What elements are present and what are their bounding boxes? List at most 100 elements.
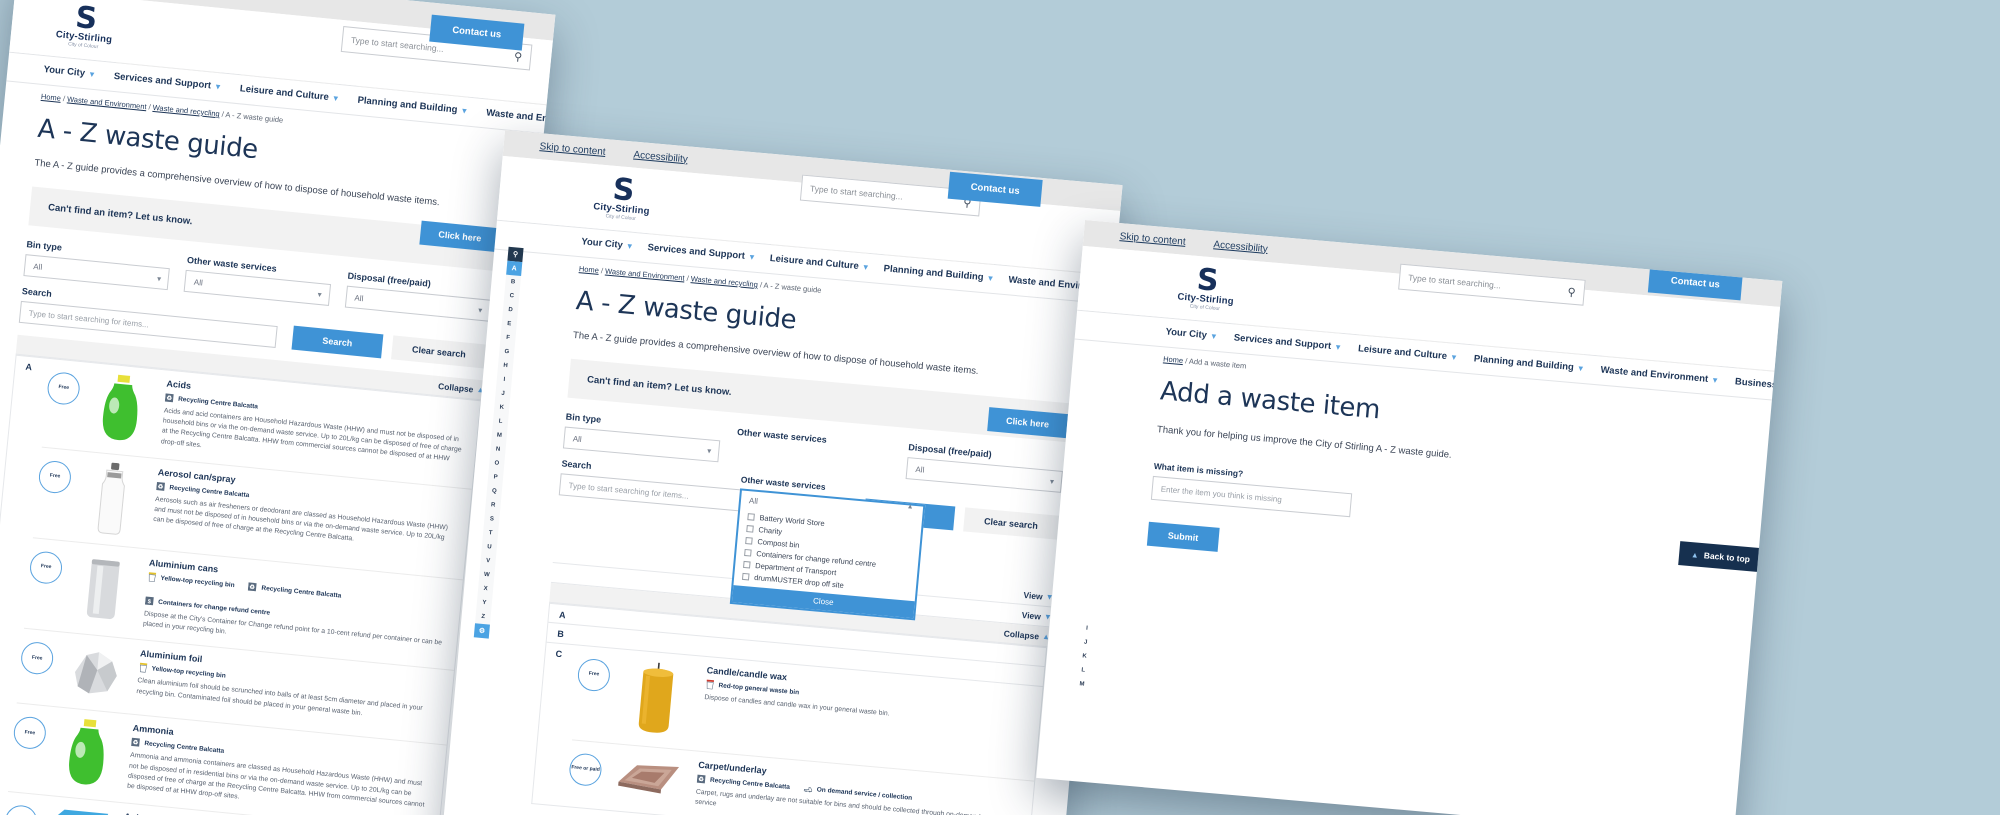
breadcrumb-current: A - Z waste guide xyxy=(225,110,284,125)
logo-mark-icon: S xyxy=(1195,262,1219,299)
label-other-waste-services: Other waste services xyxy=(736,426,828,445)
rail-letter-v[interactable]: V xyxy=(480,554,496,569)
rail-letter-o[interactable]: O xyxy=(489,456,505,471)
price-badge: Free xyxy=(576,657,612,693)
search-items-placeholder: Type to start searching for items... xyxy=(568,480,690,501)
breadcrumb-waste-and-environment[interactable]: Waste and Environment xyxy=(67,94,147,111)
field-bin-type: Bin type All ▾ xyxy=(562,412,722,463)
checkbox[interactable] xyxy=(746,524,754,533)
site-logo[interactable]: S City-Stirling City of Colour xyxy=(584,172,662,224)
tag-label: Recycling Centre Balcatta xyxy=(169,483,250,499)
rail-letter-t[interactable]: T xyxy=(482,526,498,541)
rail-letter-p[interactable]: P xyxy=(487,470,503,485)
accessibility-link[interactable]: Accessibility xyxy=(633,149,688,165)
rail-letter-r[interactable]: R xyxy=(485,498,501,513)
nav-label: Leisure and Culture xyxy=(239,83,330,103)
checkbox[interactable] xyxy=(741,572,750,580)
logo-subword: City of Colour xyxy=(1189,303,1221,313)
tag-label: Yellow-top recycling bin xyxy=(151,665,227,680)
item-image-green-bottle xyxy=(87,371,156,447)
breadcrumb-home[interactable]: Home xyxy=(1163,354,1184,365)
rail-letter-m[interactable]: M xyxy=(1074,677,1090,692)
rail-letter-a[interactable]: A xyxy=(506,260,523,277)
other-waste-services-dropdown[interactable]: All Battery World Store Charity Compost … xyxy=(729,488,926,621)
search-icon[interactable]: ⚲ xyxy=(514,49,523,63)
missing-item-placeholder: Enter the item you think is missing xyxy=(1160,484,1283,504)
rail-letter-g[interactable]: G xyxy=(499,344,515,359)
rail-letter-l[interactable]: L xyxy=(492,414,508,429)
accessibility-link[interactable]: Accessibility xyxy=(1213,239,1268,255)
clear-search-button[interactable]: Clear search xyxy=(390,335,487,369)
breadcrumb-waste-and-environment[interactable]: Waste and Environment xyxy=(605,266,685,282)
rail-letter-m[interactable]: M xyxy=(491,428,507,443)
field-disposal: Disposal (free/paid) All ▾ xyxy=(905,442,1065,493)
view-label: View xyxy=(1021,609,1042,622)
rail-letter-y[interactable]: Y xyxy=(476,595,492,610)
window-az-waste-guide-middle: Skip to content Accessibility S City-Sti… xyxy=(437,130,1123,815)
rail-letter-q[interactable]: Q xyxy=(486,484,502,499)
breadcrumb-home[interactable]: Home xyxy=(579,264,600,275)
header-search-placeholder: Type to start searching... xyxy=(1407,272,1502,291)
item-image-litter-tray xyxy=(46,805,112,815)
nav-item-your-city[interactable]: Your City ▾ xyxy=(1164,318,1217,351)
submit-button[interactable]: Submit xyxy=(1146,521,1220,552)
rail-letter-k[interactable]: K xyxy=(1076,649,1092,664)
chevron-up-icon[interactable]: ▴ xyxy=(908,501,913,510)
rail-letter-j[interactable]: J xyxy=(1078,635,1094,650)
bin-type-value: All xyxy=(572,433,583,444)
rail-letter-k[interactable]: K xyxy=(494,400,510,415)
site-logo[interactable]: S City-Stirling City of Colour xyxy=(1168,262,1246,314)
logo-mark-icon: S xyxy=(73,0,98,37)
rail-letter-j[interactable]: J xyxy=(495,386,511,401)
rail-letter-f[interactable]: F xyxy=(500,330,516,345)
checkbox[interactable] xyxy=(743,560,751,569)
chevron-down-icon: ▾ xyxy=(988,273,993,283)
rail-letter-w[interactable]: W xyxy=(479,568,495,583)
rail-letter-c[interactable]: C xyxy=(504,289,520,304)
checkbox[interactable] xyxy=(745,536,753,545)
item-image-candle xyxy=(617,658,695,740)
rail-letter-n[interactable]: N xyxy=(490,442,506,457)
rail-letter-e[interactable]: E xyxy=(501,317,517,332)
breadcrumb-current: Add a waste item xyxy=(1188,356,1247,371)
rail-letter-x[interactable]: X xyxy=(478,581,494,596)
nav-item-your-city[interactable]: Your City ▾ xyxy=(42,56,95,90)
rail-gear-icon[interactable]: ⚙ xyxy=(473,623,490,639)
skip-to-content-link[interactable]: Skip to content xyxy=(1119,231,1186,248)
tag-label: Recycling Centre Balcatta xyxy=(709,776,791,791)
clear-search-button[interactable]: Clear search xyxy=(963,507,1059,540)
nav-label: Your City xyxy=(43,63,86,79)
rail-letter-i[interactable]: I xyxy=(496,372,512,387)
nav-item-your-city[interactable]: Your City ▾ xyxy=(580,228,633,261)
chevron-down-icon: ▾ xyxy=(1049,476,1055,486)
rail-letter-u[interactable]: U xyxy=(481,540,497,555)
breadcrumb-waste-and-recycling[interactable]: Waste and recycling xyxy=(690,274,758,289)
field-other-waste-services: Other waste services xyxy=(734,427,893,478)
rail-letter-h[interactable]: H xyxy=(497,358,513,373)
rail-search-icon[interactable]: ⚲ xyxy=(507,246,524,263)
breadcrumb-home[interactable]: Home xyxy=(41,92,62,103)
search-icon[interactable]: ⚲ xyxy=(1567,285,1576,299)
nav-label: Waste and Environment xyxy=(485,107,556,129)
rail-letter-d[interactable]: D xyxy=(502,303,518,318)
letter-heading: A xyxy=(558,609,567,621)
rail-letter-z[interactable]: Z xyxy=(475,609,491,624)
rail-letter-b[interactable]: B xyxy=(505,275,521,290)
breadcrumb-waste-and-recycling[interactable]: Waste and recycling xyxy=(152,103,220,119)
search-button[interactable]: Search xyxy=(291,325,384,359)
rail-letter-s[interactable]: S xyxy=(484,512,500,527)
rail-letter-l[interactable]: L xyxy=(1075,663,1091,678)
alphabet-rail[interactable]: I J K L M xyxy=(1074,621,1095,692)
back-to-top-label: Back to top xyxy=(1703,550,1751,565)
skip-to-content-link[interactable]: Skip to content xyxy=(539,141,606,158)
breadcrumb-current: A - Z waste guide xyxy=(763,280,822,295)
price-badge: Free xyxy=(3,804,39,815)
checkbox[interactable] xyxy=(744,548,752,557)
checkbox[interactable] xyxy=(747,512,755,521)
nav-label: Planning and Building xyxy=(1473,353,1575,374)
nav-label: Services and Support xyxy=(113,70,212,92)
site-logo[interactable]: S City-Stirling City of Colour xyxy=(46,0,124,52)
nav-label: Your City xyxy=(580,235,624,251)
field-disposal: Disposal (free/paid) All ▾ xyxy=(344,271,492,322)
rail-letter-i[interactable]: I xyxy=(1079,621,1095,636)
